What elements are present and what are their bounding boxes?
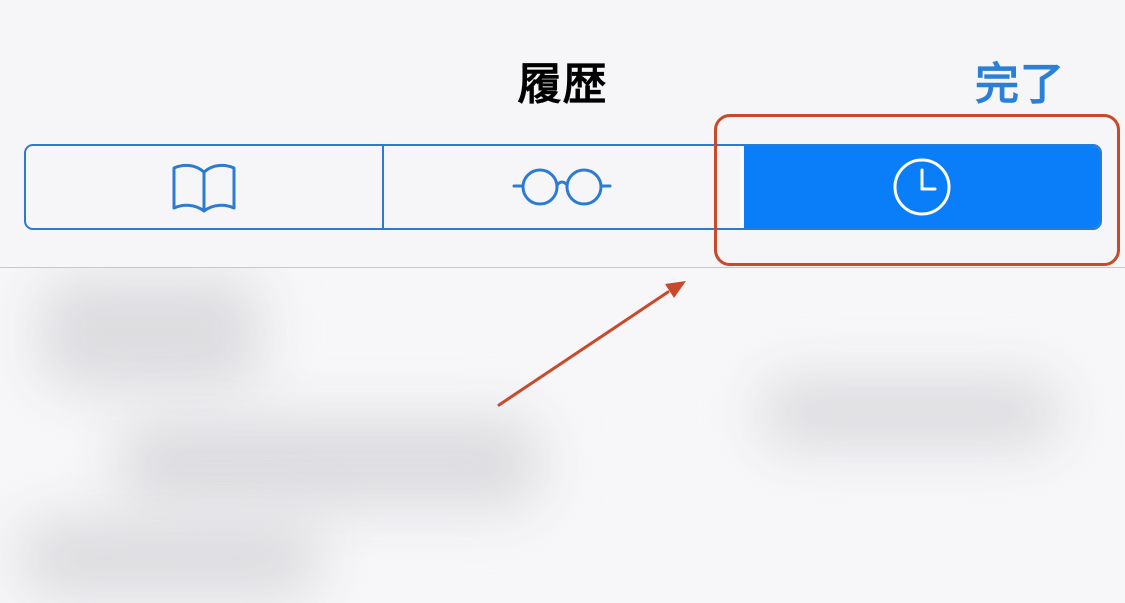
blurred-content xyxy=(760,378,1060,448)
tab-history[interactable] xyxy=(740,146,1100,228)
navigation-bar: 履歴 完了 xyxy=(0,0,1125,268)
blurred-content xyxy=(120,418,540,508)
history-list-placeholder xyxy=(0,268,1125,603)
blurred-content xyxy=(20,518,320,598)
book-icon xyxy=(172,163,236,213)
blurred-content xyxy=(40,278,260,388)
page-title: 履歴 xyxy=(517,59,608,110)
tab-reading-list[interactable] xyxy=(382,146,740,228)
glasses-icon xyxy=(512,168,612,206)
segmented-control xyxy=(24,144,1102,230)
tab-bookmarks[interactable] xyxy=(26,146,382,228)
clock-icon xyxy=(893,158,951,216)
done-button[interactable]: 完了 xyxy=(975,48,1065,112)
